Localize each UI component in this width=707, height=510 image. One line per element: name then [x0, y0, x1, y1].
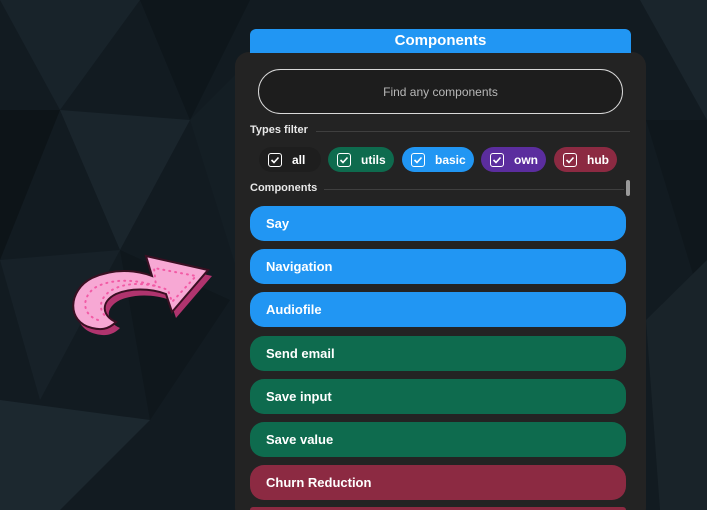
divider: [316, 131, 630, 132]
component-item-audiofile[interactable]: Audiofile: [250, 292, 626, 327]
search-input[interactable]: [258, 69, 623, 114]
arrow-icon: [72, 254, 212, 336]
components-label: Components: [250, 182, 318, 194]
component-item-send-email[interactable]: Send email: [250, 336, 626, 371]
filter-chip-label: utils: [361, 152, 386, 167]
types-filter-label: Types filter: [250, 124, 308, 136]
filter-chip-all[interactable]: all: [259, 147, 321, 172]
filter-chip-label: hub: [587, 152, 609, 167]
component-item-churn-reduction[interactable]: Churn Reduction: [250, 465, 626, 500]
component-item-save-input[interactable]: Save input: [250, 379, 626, 414]
component-item-navigation[interactable]: Navigation: [250, 249, 626, 284]
checkbox-checked-icon: [337, 152, 351, 167]
filter-chip-hub[interactable]: hub: [554, 147, 617, 172]
scrollbar-thumb[interactable]: [626, 180, 630, 196]
panel-title: Components: [250, 29, 631, 53]
filter-chip-label: basic: [435, 152, 466, 167]
filter-chip-label: all: [292, 152, 306, 167]
filter-chip-label: own: [514, 152, 538, 167]
checkbox-checked-icon: [268, 152, 282, 167]
checkbox-checked-icon: [490, 152, 504, 167]
component-item-say[interactable]: Say: [250, 206, 626, 241]
checkbox-checked-icon: [411, 152, 425, 167]
divider: [324, 189, 624, 190]
checkbox-checked-icon: [563, 152, 577, 167]
filter-chip-basic[interactable]: basic: [402, 147, 474, 172]
filter-chip-own[interactable]: own: [481, 147, 546, 172]
filter-chip-utils[interactable]: utils: [328, 147, 394, 172]
component-item-save-value[interactable]: Save value: [250, 422, 626, 457]
